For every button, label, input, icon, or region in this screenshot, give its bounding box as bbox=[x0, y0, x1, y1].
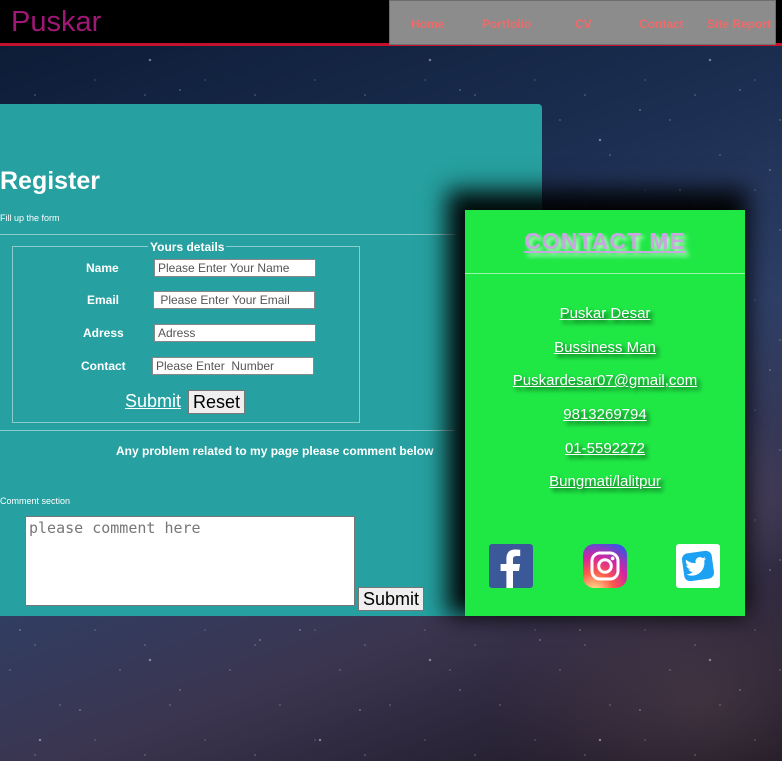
contact-divider bbox=[465, 273, 745, 274]
contact-name-link[interactable]: Puskar Desar bbox=[465, 305, 745, 322]
email-label: Email bbox=[87, 293, 120, 307]
contact-card: CONTACT ME Puskar Desar Bussiness Man Pu… bbox=[465, 210, 745, 616]
name-label: Name bbox=[86, 261, 119, 275]
register-submit-button[interactable]: Submit bbox=[125, 391, 181, 412]
contact-title: CONTACT ME bbox=[524, 228, 686, 254]
contact-address-link[interactable]: Bungmati/lalitpur bbox=[465, 473, 745, 490]
instagram-icon[interactable] bbox=[583, 544, 627, 588]
nav-cv[interactable]: CV bbox=[575, 17, 592, 31]
comment-section-label: Comment section bbox=[0, 496, 71, 506]
top-bar: Puskar Home Portfolio CV Contact Site Re… bbox=[0, 0, 782, 46]
contact-phone-link[interactable]: 01-5592272 bbox=[465, 440, 745, 457]
nav-contact[interactable]: Contact bbox=[639, 17, 684, 31]
divider bbox=[0, 234, 455, 235]
register-subtitle: Fill up the form bbox=[0, 213, 60, 223]
reset-button[interactable]: Reset bbox=[188, 390, 246, 414]
comment-textarea[interactable] bbox=[25, 516, 355, 606]
contact-label: Contact bbox=[81, 359, 126, 373]
site-brand[interactable]: Puskar bbox=[11, 6, 101, 39]
address-label: Adress bbox=[83, 326, 124, 340]
details-fieldset: Yours details Name Email Adress Contact … bbox=[12, 240, 360, 423]
comment-submit-button[interactable]: Submit bbox=[358, 587, 425, 611]
register-panel: Register Fill up the form Yours details … bbox=[0, 104, 542, 616]
nav-site-report[interactable]: Site Report bbox=[707, 17, 771, 31]
contact-number-input[interactable] bbox=[152, 357, 314, 375]
contact-mobile-link[interactable]: 9813269794 bbox=[465, 406, 745, 423]
contact-email-link[interactable]: Puskardesar07@gmail,com bbox=[465, 372, 745, 389]
nav-portfolio[interactable]: Portfolio bbox=[482, 17, 531, 31]
name-input[interactable] bbox=[154, 259, 316, 277]
register-title: Register bbox=[0, 167, 101, 195]
contact-profession-link[interactable]: Bussiness Man bbox=[465, 339, 745, 356]
email-input[interactable] bbox=[153, 291, 315, 309]
main-nav: Home Portfolio CV Contact Site Report bbox=[389, 0, 776, 45]
address-input[interactable] bbox=[154, 324, 316, 342]
fieldset-legend: Yours details bbox=[148, 240, 227, 254]
divider bbox=[0, 430, 455, 431]
nav-home[interactable]: Home bbox=[411, 17, 444, 31]
comment-notice: Any problem related to my page please co… bbox=[116, 444, 434, 458]
twitter-icon[interactable] bbox=[676, 544, 720, 588]
facebook-icon[interactable] bbox=[489, 544, 533, 588]
